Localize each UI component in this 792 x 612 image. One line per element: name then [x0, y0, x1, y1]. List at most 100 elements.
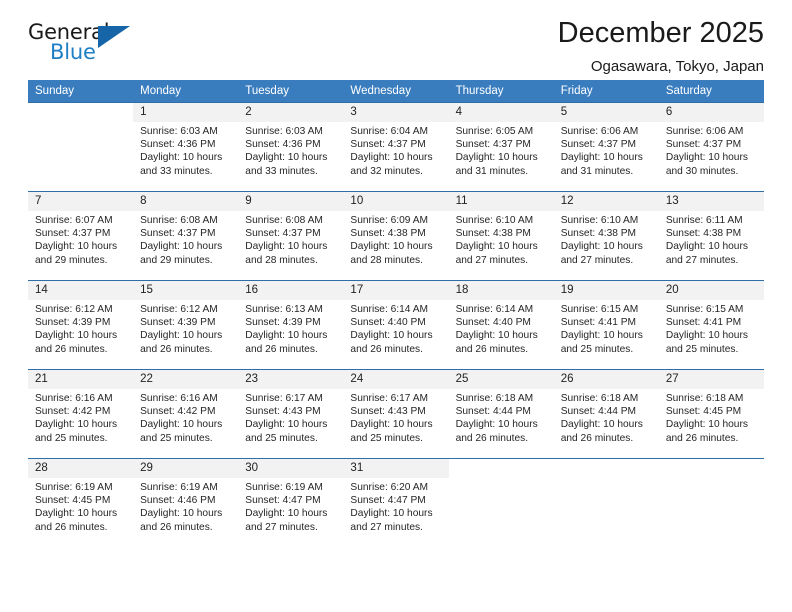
day-details: Sunrise: 6:15 AM Sunset: 4:41 PM Dayligh… — [659, 300, 764, 356]
sunrise-text: Sunrise: 6:03 AM — [140, 126, 218, 137]
sunrise-text: Sunrise: 6:09 AM — [350, 215, 429, 226]
day-cell[interactable]: 15 Sunrise: 6:12 AM Sunset: 4:39 PM Dayl… — [133, 280, 239, 370]
day-number: 25 — [448, 370, 554, 389]
sunset-text: Sunset: 4:36 PM — [245, 139, 321, 151]
day-details: Sunrise: 6:06 AM Sunset: 4:37 PM Dayligh… — [659, 122, 764, 178]
daylight-text-line1: Daylight: 10 hours — [245, 330, 328, 342]
day-cell[interactable]: 9 Sunrise: 6:08 AM Sunset: 4:37 PM Dayli… — [238, 191, 344, 281]
daylight-text-line1: Daylight: 10 hours — [350, 330, 433, 342]
weekday-header-saturday: Saturday — [658, 80, 764, 103]
day-details: Sunrise: 6:17 AM Sunset: 4:43 PM Dayligh… — [343, 389, 448, 445]
daylight-text-line2: and 25 minutes. — [665, 343, 739, 355]
day-number: 17 — [343, 281, 449, 300]
sunset-text: Sunset: 4:37 PM — [560, 139, 637, 151]
page-header: General Blue December 2025 Ogasawara, To… — [28, 0, 764, 74]
day-cell[interactable]: 20 Sunrise: 6:15 AM Sunset: 4:41 PM Dayl… — [658, 280, 764, 370]
day-cell[interactable]: 17 Sunrise: 6:14 AM Sunset: 4:40 PM Dayl… — [343, 280, 449, 370]
day-details: Sunrise: 6:08 AM Sunset: 4:37 PM Dayligh… — [133, 211, 238, 267]
calendar-week-row: 21 Sunrise: 6:16 AM Sunset: 4:42 PM Dayl… — [28, 369, 764, 459]
day-number: 18 — [448, 281, 554, 300]
daylight-text-line2: and 26 minutes. — [665, 432, 739, 444]
daylight-text-line2: and 26 minutes. — [140, 343, 213, 355]
day-cell[interactable]: 30 Sunrise: 6:19 AM Sunset: 4:47 PM Dayl… — [238, 458, 344, 547]
day-cell[interactable]: 26 Sunrise: 6:18 AM Sunset: 4:44 PM Dayl… — [553, 369, 659, 459]
day-cell[interactable]: 29 Sunrise: 6:19 AM Sunset: 4:46 PM Dayl… — [133, 458, 239, 547]
daylight-text-line1: Daylight: 10 hours — [35, 330, 118, 342]
day-cell[interactable]: 24 Sunrise: 6:17 AM Sunset: 4:43 PM Dayl… — [343, 369, 449, 459]
day-details: Sunrise: 6:09 AM Sunset: 4:38 PM Dayligh… — [343, 211, 448, 267]
sunrise-text: Sunrise: 6:04 AM — [350, 126, 429, 137]
sunrise-text: Sunrise: 6:19 AM — [35, 482, 113, 493]
day-cell[interactable]: 8 Sunrise: 6:08 AM Sunset: 4:37 PM Dayli… — [133, 191, 239, 281]
day-cell[interactable]: 16 Sunrise: 6:13 AM Sunset: 4:39 PM Dayl… — [238, 280, 344, 370]
daylight-text-line2: and 29 minutes. — [35, 254, 108, 266]
daylight-text-line1: Daylight: 10 hours — [35, 419, 118, 431]
page-title: December 2025 — [557, 17, 764, 49]
sunrise-text: Sunrise: 6:14 AM — [350, 304, 429, 315]
day-details: Sunrise: 6:19 AM Sunset: 4:46 PM Dayligh… — [133, 478, 238, 534]
daylight-text-line2: and 28 minutes. — [350, 254, 423, 266]
sunset-text: Sunset: 4:39 PM — [245, 317, 321, 329]
day-cell[interactable]: 11 Sunrise: 6:10 AM Sunset: 4:38 PM Dayl… — [448, 191, 554, 281]
day-cell[interactable]: 22 Sunrise: 6:16 AM Sunset: 4:42 PM Dayl… — [133, 369, 239, 459]
daylight-text-line1: Daylight: 10 hours — [560, 241, 643, 253]
day-cell[interactable]: 23 Sunrise: 6:17 AM Sunset: 4:43 PM Dayl… — [238, 369, 344, 459]
sunset-text: Sunset: 4:42 PM — [35, 406, 111, 418]
day-cell[interactable]: 14 Sunrise: 6:12 AM Sunset: 4:39 PM Dayl… — [28, 280, 134, 370]
sunset-text: Sunset: 4:37 PM — [140, 228, 216, 240]
daylight-text-line1: Daylight: 10 hours — [455, 419, 538, 431]
day-cell[interactable]: 3 Sunrise: 6:04 AM Sunset: 4:37 PM Dayli… — [343, 102, 449, 192]
day-number — [448, 459, 554, 478]
sunrise-text: Sunrise: 6:19 AM — [140, 482, 218, 493]
day-cell[interactable]: 5 Sunrise: 6:06 AM Sunset: 4:37 PM Dayli… — [553, 102, 659, 192]
daylight-text-line1: Daylight: 10 hours — [350, 152, 433, 164]
sunrise-text: Sunrise: 6:18 AM — [455, 393, 534, 404]
day-number — [553, 459, 659, 478]
day-cell[interactable]: 1 Sunrise: 6:03 AM Sunset: 4:36 PM Dayli… — [133, 102, 239, 192]
day-cell[interactable]: 10 Sunrise: 6:09 AM Sunset: 4:38 PM Dayl… — [343, 191, 449, 281]
weekday-header-monday: Monday — [133, 80, 239, 103]
daylight-text-line1: Daylight: 10 hours — [455, 152, 538, 164]
day-number: 26 — [553, 370, 659, 389]
sunset-text: Sunset: 4:40 PM — [455, 317, 531, 329]
day-cell[interactable]: 31 Sunrise: 6:20 AM Sunset: 4:47 PM Dayl… — [343, 458, 449, 547]
daylight-text-line1: Daylight: 10 hours — [350, 508, 433, 520]
day-cell[interactable]: 12 Sunrise: 6:10 AM Sunset: 4:38 PM Dayl… — [553, 191, 659, 281]
sunset-text: Sunset: 4:37 PM — [245, 228, 321, 240]
daylight-text-line1: Daylight: 10 hours — [455, 241, 538, 253]
weekday-header-friday: Friday — [553, 80, 659, 103]
day-cell[interactable]: 19 Sunrise: 6:15 AM Sunset: 4:41 PM Dayl… — [553, 280, 659, 370]
day-cell[interactable]: 2 Sunrise: 6:03 AM Sunset: 4:36 PM Dayli… — [238, 102, 344, 192]
daylight-text-line2: and 25 minutes. — [245, 432, 318, 444]
day-cell[interactable]: 18 Sunrise: 6:14 AM Sunset: 4:40 PM Dayl… — [448, 280, 554, 370]
day-cell[interactable]: 28 Sunrise: 6:19 AM Sunset: 4:45 PM Dayl… — [28, 458, 134, 547]
daylight-text-line1: Daylight: 10 hours — [350, 241, 433, 253]
day-cell[interactable]: 27 Sunrise: 6:18 AM Sunset: 4:45 PM Dayl… — [658, 369, 764, 459]
weekday-header-row: Sunday Monday Tuesday Wednesday Thursday… — [28, 80, 764, 103]
daylight-text-line2: and 31 minutes. — [560, 165, 634, 177]
general-blue-logo[interactable]: General Blue — [28, 22, 148, 70]
sunrise-text: Sunrise: 6:10 AM — [455, 215, 534, 226]
day-details: Sunrise: 6:16 AM Sunset: 4:42 PM Dayligh… — [28, 389, 133, 445]
daylight-text-line2: and 27 minutes. — [560, 254, 634, 266]
daylight-text-line1: Daylight: 10 hours — [35, 241, 118, 253]
sunrise-text: Sunrise: 6:11 AM — [665, 215, 743, 226]
day-cell[interactable]: 4 Sunrise: 6:05 AM Sunset: 4:37 PM Dayli… — [448, 102, 554, 192]
day-number: 11 — [448, 192, 554, 211]
day-details: Sunrise: 6:07 AM Sunset: 4:37 PM Dayligh… — [28, 211, 133, 267]
sunset-text: Sunset: 4:46 PM — [140, 495, 216, 507]
day-cell[interactable]: 6 Sunrise: 6:06 AM Sunset: 4:37 PM Dayli… — [658, 102, 764, 192]
day-cell[interactable]: 21 Sunrise: 6:16 AM Sunset: 4:42 PM Dayl… — [28, 369, 134, 459]
daylight-text-line2: and 26 minutes. — [245, 343, 318, 355]
day-cell — [28, 102, 134, 192]
day-cell[interactable]: 7 Sunrise: 6:07 AM Sunset: 4:37 PM Dayli… — [28, 191, 134, 281]
daylight-text-line1: Daylight: 10 hours — [665, 330, 748, 342]
sunset-text: Sunset: 4:41 PM — [560, 317, 637, 329]
day-details: Sunrise: 6:03 AM Sunset: 4:36 PM Dayligh… — [238, 122, 343, 178]
day-cell[interactable]: 25 Sunrise: 6:18 AM Sunset: 4:44 PM Dayl… — [448, 369, 554, 459]
day-number: 21 — [28, 370, 134, 389]
day-cell[interactable]: 13 Sunrise: 6:11 AM Sunset: 4:38 PM Dayl… — [658, 191, 764, 281]
sunset-text: Sunset: 4:47 PM — [245, 495, 321, 507]
day-number: 2 — [238, 103, 344, 122]
sunset-text: Sunset: 4:43 PM — [245, 406, 321, 418]
